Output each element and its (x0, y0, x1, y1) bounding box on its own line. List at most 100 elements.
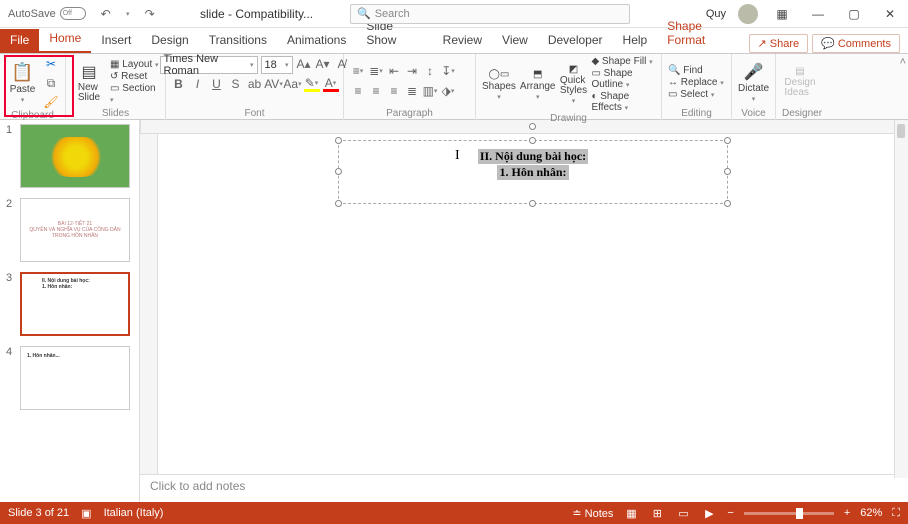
columns-button[interactable]: ▥▾ (422, 83, 438, 99)
minimize-button[interactable]: — (806, 7, 830, 21)
tab-home[interactable]: Home (39, 27, 91, 53)
thumb-4[interactable]: 4 1. Hôn nhân... (6, 346, 133, 410)
zoom-out-button[interactable]: − (727, 507, 733, 519)
char-spacing-button[interactable]: AV▾ (266, 76, 282, 92)
user-name[interactable]: Quy (706, 8, 726, 20)
tab-transitions[interactable]: Transitions (199, 29, 277, 53)
strike-button[interactable]: S (228, 76, 244, 92)
shapes-button[interactable]: ◯▭Shapes▾ (482, 69, 516, 101)
zoom-in-button[interactable]: + (844, 507, 850, 519)
handle-nw[interactable] (335, 137, 342, 144)
numbering-button[interactable]: ≣▾ (368, 63, 384, 79)
new-slide-button[interactable]: ▤ New Slide (72, 62, 106, 103)
notes-toggle[interactable]: ≐ Notes (572, 507, 613, 520)
layout-button[interactable]: ▦ Layout ▾ (110, 59, 159, 70)
notes-pane[interactable]: Click to add notes (140, 474, 908, 502)
handle-n[interactable] (529, 137, 536, 144)
section-button[interactable]: ▭ Section ▾ (110, 83, 159, 105)
align-center-button[interactable]: ≡ (368, 83, 384, 99)
reset-button[interactable]: ↺ Reset (110, 71, 159, 82)
undo-icon[interactable]: ↶ (98, 6, 114, 22)
bullets-button[interactable]: ≡▾ (350, 63, 366, 79)
shrink-font-icon[interactable]: A▾ (315, 56, 331, 72)
reading-view-icon[interactable]: ▭ (675, 506, 691, 520)
thumb-3[interactable]: 3 II. Nội dung bài học: 1. Hôn nhân: (6, 272, 133, 336)
underline-button[interactable]: U (209, 76, 225, 92)
redo-icon[interactable]: ↷ (142, 6, 158, 22)
normal-view-icon[interactable]: ▦ (623, 506, 639, 520)
shape-effects-button[interactable]: ◐ Shape Effects ▾ (591, 91, 655, 113)
zoom-knob[interactable] (796, 508, 803, 519)
tab-help[interactable]: Help (613, 29, 658, 53)
rotate-handle[interactable] (529, 123, 536, 130)
slideshow-view-icon[interactable]: ▶ (701, 506, 717, 520)
scroll-thumb[interactable] (897, 124, 905, 138)
paste-button[interactable]: 📋 Paste ▾ (6, 62, 39, 104)
grow-font-icon[interactable]: A▴ (296, 56, 312, 72)
tab-animations[interactable]: Animations (277, 29, 356, 53)
shadow-button[interactable]: ab (247, 76, 263, 92)
zoom-value[interactable]: 62% (860, 507, 882, 519)
autosave-toggle[interactable]: AutoSave Off (8, 7, 86, 20)
comments-button[interactable]: 💬Comments (812, 34, 900, 53)
quick-styles-button[interactable]: ◩Quick Styles▾ (560, 64, 588, 105)
autosave-state[interactable]: Off (60, 7, 86, 20)
select-button[interactable]: ▭ Select ▾ (668, 89, 724, 100)
tab-developer[interactable]: Developer (538, 29, 613, 53)
shape-fill-button[interactable]: ◆ Shape Fill ▾ (591, 56, 655, 67)
format-painter-icon[interactable]: 🖌 (43, 94, 59, 110)
font-color-button[interactable]: A▾ (323, 76, 339, 92)
search-box[interactable]: 🔍 Search (350, 4, 630, 24)
bold-button[interactable]: B (171, 76, 187, 92)
find-button[interactable]: 🔍 Find (668, 65, 724, 76)
fit-to-window-icon[interactable]: ⛶ (892, 507, 900, 520)
slide-indicator[interactable]: Slide 3 of 21 (8, 507, 69, 519)
thumb-1[interactable]: 1 (6, 124, 133, 188)
user-avatar[interactable] (738, 4, 758, 24)
tab-insert[interactable]: Insert (91, 29, 141, 53)
dictate-button[interactable]: 🎤Dictate▾ (738, 62, 769, 103)
line-spacing-button[interactable]: ↕ (422, 63, 438, 79)
handle-e[interactable] (724, 168, 731, 175)
textbox-content[interactable]: II. Nội dung bài học: 1. Hôn nhân: (339, 141, 727, 180)
language-indicator[interactable]: Italian (Italy) (104, 507, 164, 519)
thumbnail-panel[interactable]: 1 2 BÀI 12-TIẾT 21 QUYỀN VÀ NGHĨA VỤ CỦA… (0, 120, 140, 502)
italic-button[interactable]: I (190, 76, 206, 92)
vertical-scrollbar[interactable] (894, 120, 908, 478)
handle-sw[interactable] (335, 200, 342, 207)
tab-view[interactable]: View (492, 29, 538, 53)
indent-dec-button[interactable]: ⇤ (386, 63, 402, 79)
tab-design[interactable]: Design (141, 29, 198, 53)
ribbon-options-icon[interactable]: ▦ (770, 7, 794, 21)
thumb-2[interactable]: 2 BÀI 12-TIẾT 21 QUYỀN VÀ NGHĨA VỤ CỦA C… (6, 198, 133, 262)
highlight-button[interactable]: ✎▾ (304, 76, 320, 92)
ribbon-collapse-icon[interactable]: ˄ (900, 56, 906, 68)
slide-surface[interactable]: II. Nội dung bài học: 1. Hôn nhân: I (158, 134, 908, 474)
vertical-ruler[interactable] (140, 134, 158, 474)
tab-review[interactable]: Review (433, 29, 492, 53)
selected-textbox[interactable]: II. Nội dung bài học: 1. Hôn nhân: (338, 140, 728, 204)
close-button[interactable]: ✕ (878, 7, 902, 21)
handle-ne[interactable] (724, 137, 731, 144)
maximize-button[interactable]: ▢ (842, 7, 866, 21)
justify-button[interactable]: ≣ (404, 83, 420, 99)
align-right-button[interactable]: ≡ (386, 83, 402, 99)
indent-inc-button[interactable]: ⇥ (404, 63, 420, 79)
share-button[interactable]: ↗Share (749, 34, 809, 53)
font-size-combo[interactable]: 18▾ (261, 56, 293, 74)
change-case-button[interactable]: Aa▾ (285, 76, 301, 92)
copy-icon[interactable]: ⧉ (43, 75, 59, 91)
undo-more[interactable]: ▾ (120, 6, 136, 22)
design-ideas-button[interactable]: ▤Design Ideas (782, 66, 818, 98)
shape-outline-button[interactable]: ▭ Shape Outline ▾ (591, 68, 655, 90)
handle-se[interactable] (724, 200, 731, 207)
smartart-button[interactable]: ⬗▾ (440, 83, 456, 99)
paste-more[interactable]: ▾ (21, 96, 25, 104)
cut-icon[interactable]: ✂ (43, 56, 59, 72)
handle-s[interactable] (529, 200, 536, 207)
handle-w[interactable] (335, 168, 342, 175)
sorter-view-icon[interactable]: ⊞ (649, 506, 665, 520)
align-left-button[interactable]: ≡ (350, 83, 366, 99)
text-direction-button[interactable]: ↧▾ (440, 63, 456, 79)
zoom-slider[interactable] (744, 512, 834, 515)
